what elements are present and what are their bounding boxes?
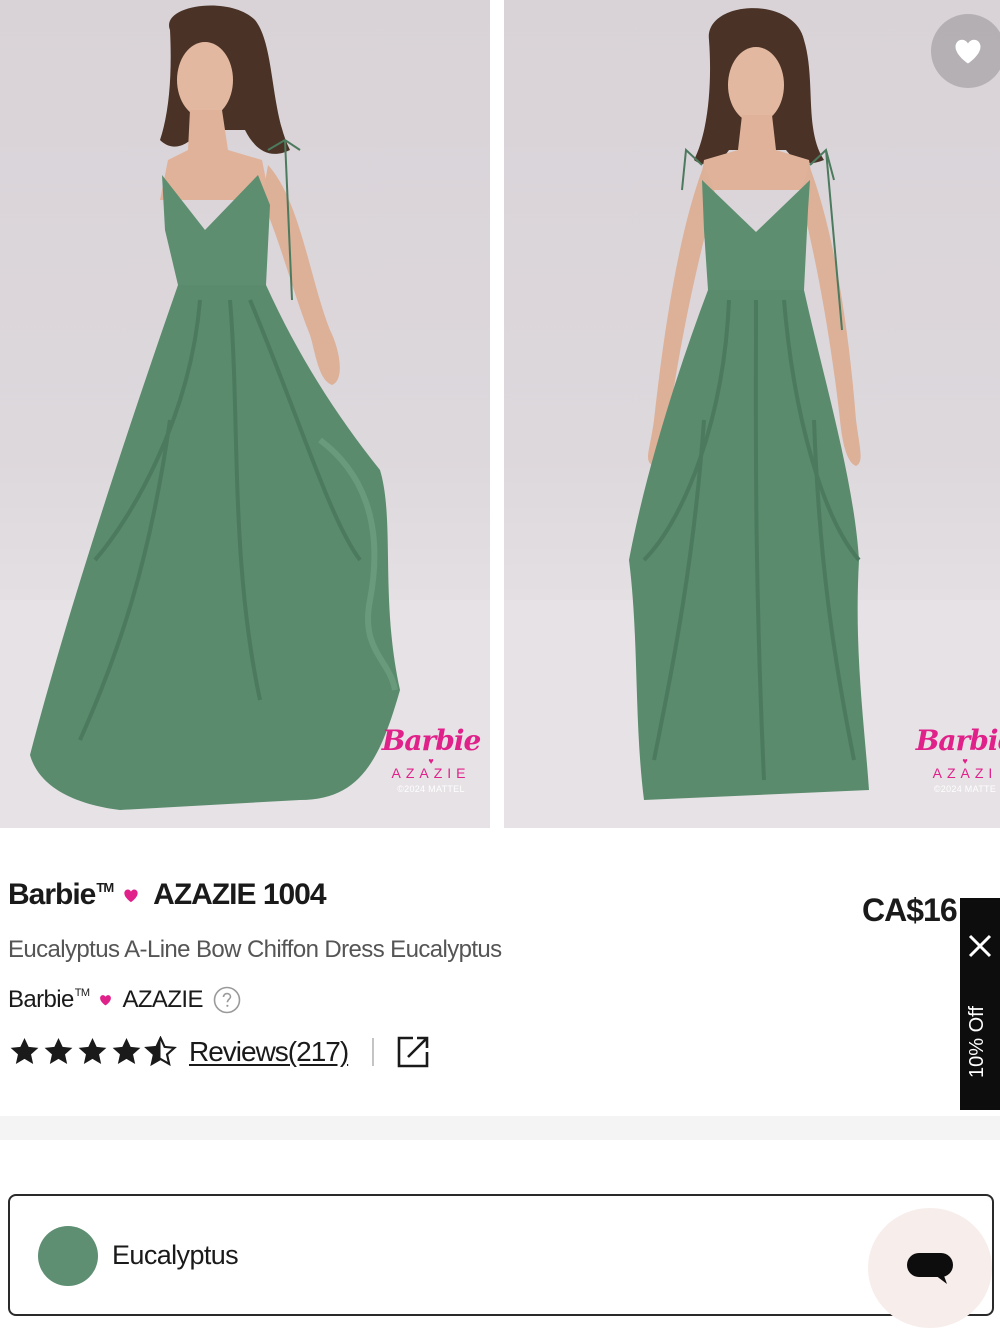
promo-side-tab[interactable]: 10% Off xyxy=(960,898,1000,1110)
favorite-button[interactable] xyxy=(931,14,1000,88)
product-title: Barbie TM AZAZIE 1004 xyxy=(8,878,327,912)
brand-right: AZAZIE xyxy=(122,986,203,1013)
watermark-copyright: ©2024 MATTEL xyxy=(397,784,465,794)
chat-bubble-icon xyxy=(907,1253,953,1284)
product-price: CA$16 xyxy=(862,892,958,928)
product-gallery: Barbie ♥ AZAZIE ©2024 MATTEL Barbi ♥ AZA… xyxy=(0,0,1000,828)
watermark-heart-icon: ♥ xyxy=(428,756,434,766)
collab-brand-left: Barbie xyxy=(8,878,96,911)
color-selector[interactable]: Eucalyptus xyxy=(8,1194,994,1316)
chat-button[interactable] xyxy=(868,1208,992,1328)
heart-divider-icon xyxy=(123,888,139,903)
brand-trademark: TM xyxy=(74,987,90,999)
product-image-front-2[interactable]: Barbie ♥ AZAZI ©2024 MATTE xyxy=(504,0,1000,828)
promo-text: 10% Off xyxy=(966,1006,988,1078)
product-info: Barbie TM AZAZIE 1004 CA$16 Eucalyptus A-… xyxy=(0,828,1000,1118)
star-full-icon xyxy=(10,1038,39,1064)
watermark-brand: Barbie xyxy=(381,724,482,757)
brand-line: Barbie TM AZAZIE xyxy=(8,986,241,1014)
star-full-icon xyxy=(44,1038,73,1064)
divider xyxy=(372,1038,375,1066)
selected-color-name: Eucalyptus xyxy=(112,1240,239,1270)
star-full-icon xyxy=(112,1038,141,1064)
product-image-front[interactable]: Barbie ♥ AZAZIE ©2024 MATTEL xyxy=(0,0,490,828)
rating-row: Reviews(217) xyxy=(8,1034,430,1070)
watermark-heart-icon-2: ♥ xyxy=(962,756,968,766)
star-rating xyxy=(8,1036,177,1068)
watermark-brand-2: Barbie xyxy=(915,724,1000,757)
watermark-partner: AZAZIE xyxy=(391,765,471,781)
reviews-link[interactable]: Reviews(217) xyxy=(189,1036,349,1068)
help-icon[interactable] xyxy=(213,986,241,1014)
star-half-icon xyxy=(144,1036,177,1067)
brand-heart-icon xyxy=(99,994,112,1006)
trademark-mark: TM xyxy=(96,879,114,895)
product-name: Eucalyptus A-Line Bow Chiffon Dress Euca… xyxy=(8,936,502,963)
model-photo-2 xyxy=(504,8,1000,828)
barbie-watermark-2: Barbie ♥ AZAZI ©2024 MATTE xyxy=(906,724,1000,794)
external-link-icon[interactable] xyxy=(396,1035,430,1069)
section-separator xyxy=(0,1116,1000,1140)
watermark-copyright-2: ©2024 MATTE xyxy=(933,784,997,794)
brand-left: Barbie xyxy=(8,986,74,1013)
star-full-icon xyxy=(78,1038,107,1064)
watermark-partner-2: AZAZI xyxy=(932,765,998,781)
model-photo-1 xyxy=(0,5,490,828)
color-swatch xyxy=(38,1226,98,1286)
heart-icon xyxy=(955,39,981,64)
collab-brand-right: AZAZIE 1004 xyxy=(153,878,326,911)
barbie-watermark: Barbie ♥ AZAZIE ©2024 MATTEL xyxy=(372,724,490,794)
